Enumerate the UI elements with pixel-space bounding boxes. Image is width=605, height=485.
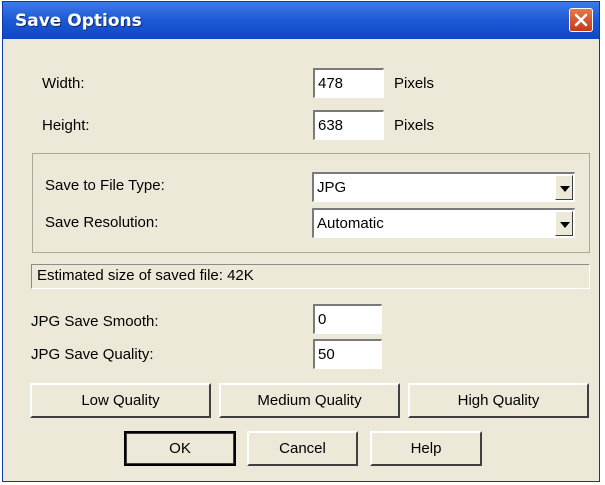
jpg-quality-input[interactable]: 50 xyxy=(313,339,382,369)
chevron-down-icon[interactable] xyxy=(555,211,573,236)
jpg-smooth-label: JPG Save Smooth: xyxy=(31,313,159,330)
title-bar[interactable]: Save Options xyxy=(3,2,599,39)
save-options-dialog: Save Options Width: 478 Pixels Height: 6… xyxy=(2,1,600,482)
jpg-smooth-input[interactable]: 0 xyxy=(313,304,382,334)
height-unit-label: Pixels xyxy=(394,117,435,134)
file-type-label: Save to File Type: xyxy=(45,177,165,194)
width-input[interactable]: 478 xyxy=(313,68,384,98)
width-label: Width: xyxy=(42,75,85,92)
save-settings-group xyxy=(32,153,590,253)
help-button[interactable]: Help xyxy=(370,431,482,466)
dialog-title: Save Options xyxy=(15,11,142,31)
jpg-quality-label: JPG Save Quality: xyxy=(31,346,154,363)
cancel-button[interactable]: Cancel xyxy=(247,431,358,466)
resolution-select[interactable]: Automatic xyxy=(312,208,575,238)
width-unit-label: Pixels xyxy=(394,75,435,92)
file-type-select[interactable]: JPG xyxy=(312,172,575,202)
resolution-value: Automatic xyxy=(317,215,384,232)
close-button[interactable] xyxy=(569,8,593,32)
medium-quality-button[interactable]: Medium Quality xyxy=(219,383,400,418)
resolution-label: Save Resolution: xyxy=(45,214,159,231)
height-input[interactable]: 638 xyxy=(313,110,384,140)
chevron-down-icon[interactable] xyxy=(555,175,573,200)
file-type-value: JPG xyxy=(317,179,347,196)
low-quality-button[interactable]: Low Quality xyxy=(30,383,211,418)
close-icon xyxy=(574,13,588,27)
high-quality-button[interactable]: High Quality xyxy=(408,383,589,418)
ok-button[interactable]: OK xyxy=(124,431,236,466)
estimated-size-status: Estimated size of saved file: 42K xyxy=(31,264,590,289)
height-label: Height: xyxy=(42,117,90,134)
